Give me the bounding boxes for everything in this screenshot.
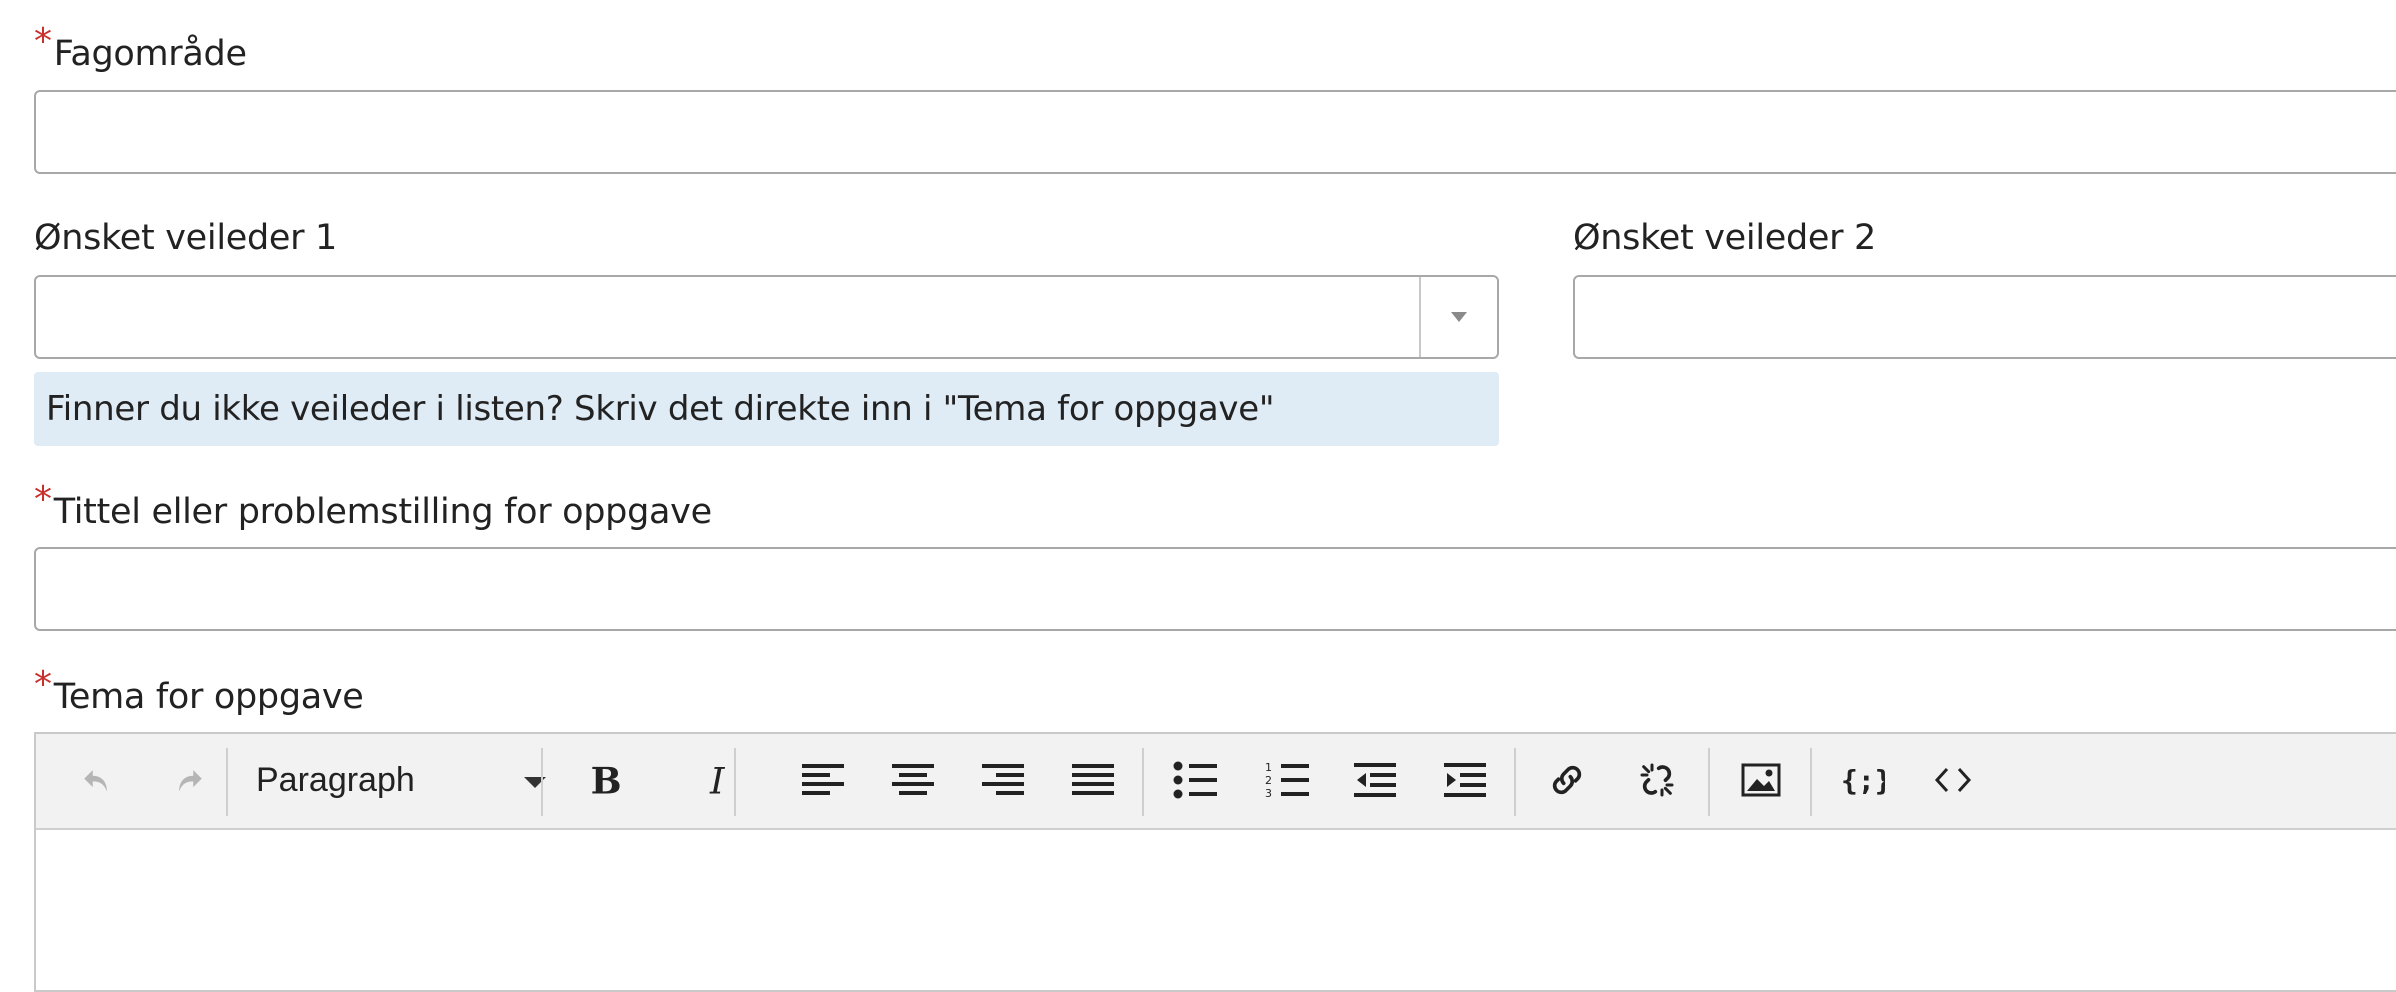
align-right-button[interactable] xyxy=(968,734,1038,826)
chevron-down-icon xyxy=(1451,312,1467,322)
bold-icon: B xyxy=(591,759,622,802)
unlink-icon xyxy=(1640,763,1674,797)
toolbar-separator xyxy=(226,748,228,816)
veileder2-input[interactable] xyxy=(1573,275,2396,359)
code-sample-icon: {;} xyxy=(1841,764,1885,797)
link-button[interactable] xyxy=(1532,734,1602,826)
source-code-icon xyxy=(1934,767,1972,793)
undo-icon xyxy=(84,770,107,792)
tema-label: *Tema for oppgave xyxy=(34,664,364,717)
toolbar-separator xyxy=(1810,748,1812,816)
source-code-button[interactable] xyxy=(1918,734,1988,826)
svg-text:3: 3 xyxy=(1265,787,1272,800)
required-mark: * xyxy=(34,664,52,705)
italic-button[interactable]: I xyxy=(680,734,760,826)
svg-text:{;}: {;} xyxy=(1841,764,1885,797)
svg-text:B: B xyxy=(591,759,622,802)
toolbar-separator xyxy=(1514,748,1516,816)
editor-toolbar: Paragraph B I 1 2 3 {; xyxy=(36,734,2396,830)
toolbar-separator xyxy=(1142,748,1144,816)
numbered-list-button[interactable]: 123 xyxy=(1252,734,1322,826)
image-icon xyxy=(1741,763,1781,797)
required-mark: * xyxy=(34,479,52,520)
format-select[interactable]: Paragraph xyxy=(256,734,546,826)
align-center-button[interactable] xyxy=(878,734,948,826)
align-right-icon xyxy=(982,764,1024,795)
veileder1-label: Ønsket veileder 1 xyxy=(34,218,338,258)
veileder-hint: Finner du ikke veileder i listen? Skriv … xyxy=(34,372,1499,446)
toolbar-separator xyxy=(1708,748,1710,816)
outdent-icon xyxy=(1354,763,1396,797)
veileder1-dropdown-button[interactable] xyxy=(1419,277,1497,357)
svg-text:I: I xyxy=(709,759,726,802)
tittel-label: *Tittel eller problemstilling for oppgav… xyxy=(34,479,712,532)
form: *Fagområde Ønsket veileder 1 Ønsket veil… xyxy=(0,0,2396,992)
link-icon xyxy=(1552,765,1582,795)
svg-text:1: 1 xyxy=(1265,761,1272,774)
svg-text:2: 2 xyxy=(1265,774,1272,787)
justify-icon xyxy=(1072,764,1114,795)
bullet-list-button[interactable] xyxy=(1160,734,1230,826)
tittel-input[interactable] xyxy=(34,547,2396,631)
indent-icon xyxy=(1444,763,1486,797)
fagomrade-input[interactable] xyxy=(34,90,2396,174)
veileder1-select[interactable] xyxy=(34,275,1499,359)
redo-icon xyxy=(179,770,202,792)
fagomrade-label: *Fagområde xyxy=(34,21,247,74)
redo-button[interactable] xyxy=(158,734,220,826)
image-button[interactable] xyxy=(1726,734,1796,826)
toolbar-separator xyxy=(734,748,736,816)
numbered-list-icon: 123 xyxy=(1265,761,1309,800)
justify-button[interactable] xyxy=(1058,734,1128,826)
indent-button[interactable] xyxy=(1430,734,1500,826)
undo-button[interactable] xyxy=(66,734,128,826)
code-sample-button[interactable]: {;} xyxy=(1828,734,1898,826)
required-mark: * xyxy=(34,21,52,62)
toolbar-separator xyxy=(541,748,543,816)
align-left-button[interactable] xyxy=(788,734,858,826)
outdent-button[interactable] xyxy=(1340,734,1410,826)
unlink-button[interactable] xyxy=(1622,734,1692,826)
bullet-list-icon xyxy=(1173,761,1217,799)
rich-text-editor: Paragraph B I 1 2 3 {; xyxy=(34,732,2396,992)
align-center-icon xyxy=(892,764,934,795)
veileder2-label: Ønsket veileder 2 xyxy=(1573,218,1877,258)
bold-button[interactable]: B xyxy=(564,734,644,826)
align-left-icon xyxy=(802,764,844,795)
editor-content-area[interactable] xyxy=(36,830,2396,990)
